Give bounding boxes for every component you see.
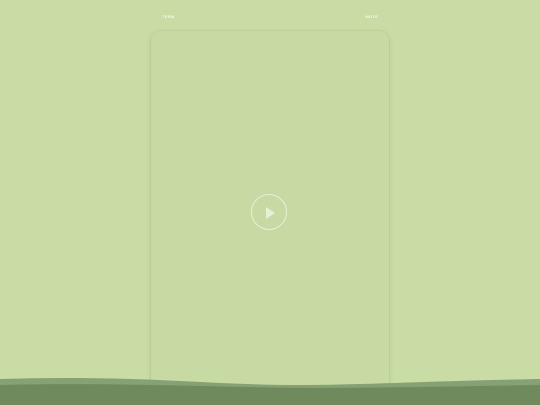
mute-toggle[interactable]: MUTE bbox=[357, 13, 378, 26]
play-button[interactable] bbox=[251, 194, 287, 230]
spark-icon bbox=[357, 13, 363, 26]
top-left-label: TERM bbox=[162, 14, 175, 19]
mute-label: MUTE bbox=[365, 13, 378, 19]
ground-hills bbox=[0, 377, 540, 405]
play-icon bbox=[266, 207, 275, 219]
